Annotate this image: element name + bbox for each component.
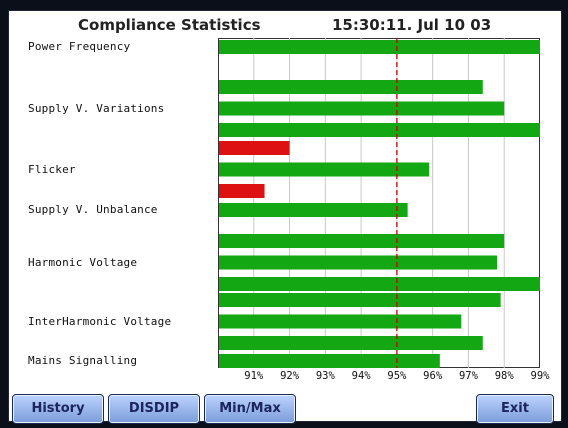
bar: [219, 123, 540, 137]
bar: [219, 203, 408, 217]
row-label: Power Frequency: [28, 40, 131, 53]
x-axis-labels: 91% 92% 93% 94% 95% 96% 97% 98% 99%: [218, 370, 550, 384]
row-label: Supply V. Variations: [28, 101, 165, 115]
bar: [219, 141, 290, 155]
datetime-readout: 15:30:11. Jul 10 03: [332, 16, 492, 34]
bar: [219, 40, 540, 54]
min-max-button[interactable]: Min/Max: [204, 394, 296, 424]
bar: [219, 314, 462, 329]
page-title: Compliance Statistics: [78, 16, 261, 34]
bar: [219, 162, 430, 177]
bar: [219, 277, 540, 291]
bar: [219, 234, 505, 248]
compliance-chart: [218, 38, 540, 368]
x-tick-label: 96%: [423, 370, 443, 382]
x-tick-label: 98%: [494, 370, 514, 382]
x-tick-label: 94%: [351, 370, 371, 382]
x-tick-label: 93%: [315, 370, 335, 382]
row-label: Flicker: [28, 162, 76, 176]
bar: [219, 293, 501, 307]
bar: [219, 354, 440, 368]
bar: [219, 336, 483, 350]
bar: [219, 80, 483, 94]
bar: [219, 184, 265, 198]
x-tick-label: 92%: [280, 370, 300, 382]
bar: [219, 101, 505, 116]
disdip-button[interactable]: DISDIP: [108, 394, 200, 424]
row-label: Supply V. Unbalance: [28, 203, 158, 216]
bar: [219, 255, 498, 270]
x-tick-label: 97%: [458, 370, 478, 382]
row-label: Mains Signalling: [28, 354, 138, 367]
row-label: Harmonic Voltage: [28, 255, 138, 269]
history-button[interactable]: History: [12, 394, 104, 424]
row-label: InterHarmonic Voltage: [28, 314, 172, 328]
x-tick-label: 99%: [530, 370, 550, 382]
x-tick-label: 95%: [387, 370, 407, 382]
exit-button[interactable]: Exit: [476, 394, 554, 424]
x-tick-label: 91%: [244, 370, 264, 382]
